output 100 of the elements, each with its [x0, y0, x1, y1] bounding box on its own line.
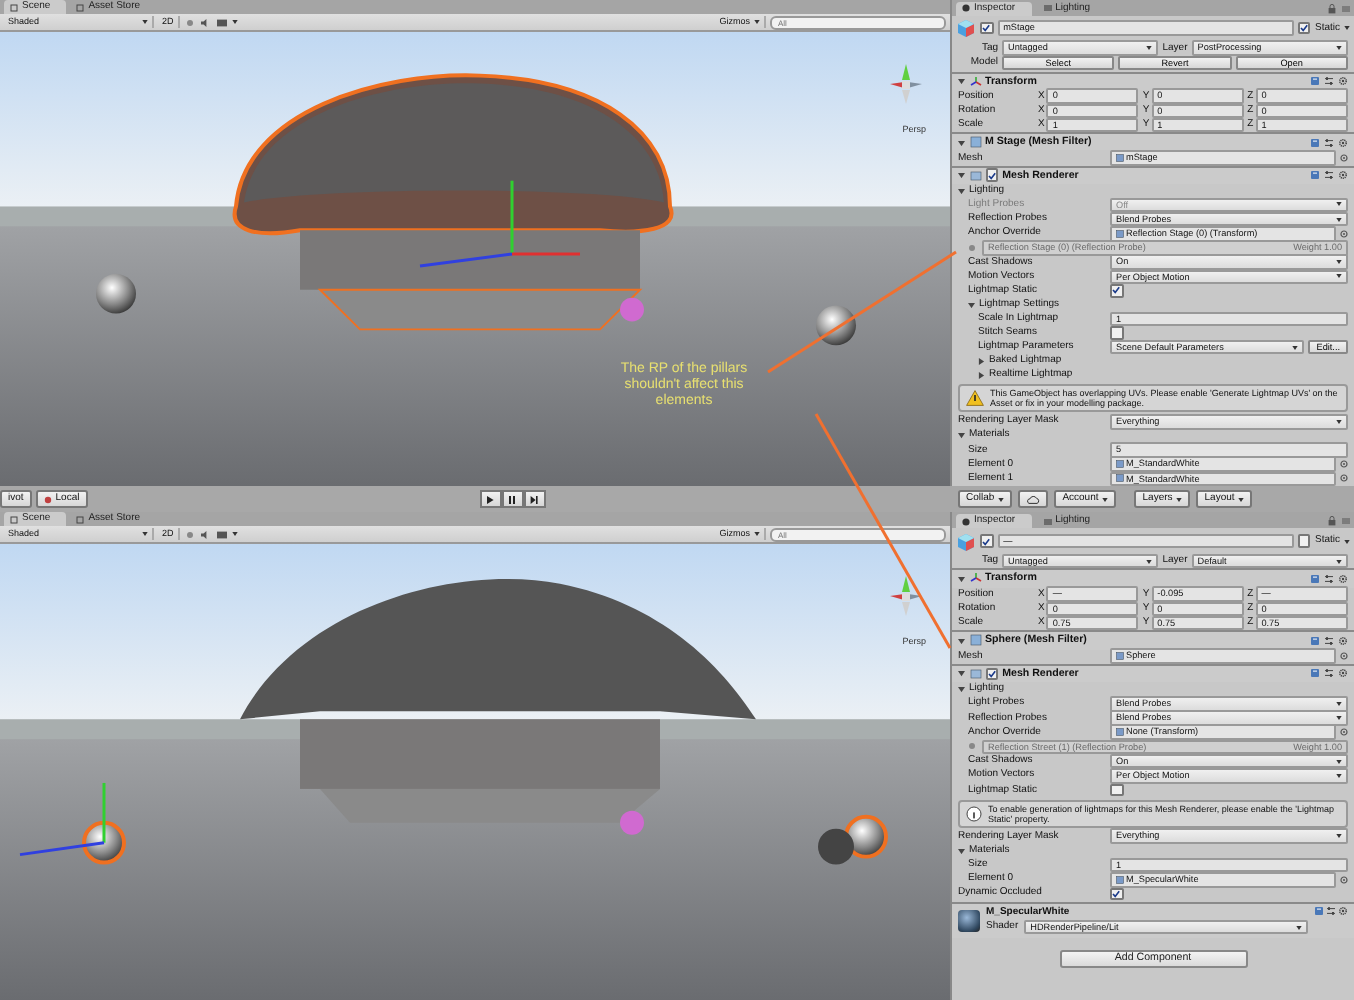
- step-button[interactable]: [523, 490, 546, 508]
- light-icon[interactable]: [183, 529, 196, 539]
- image-icon[interactable]: [215, 529, 228, 539]
- light-icon[interactable]: [183, 17, 196, 27]
- caret-icon: [1344, 26, 1350, 31]
- caret-icon: [231, 20, 238, 24]
- expanded-arrow-icon[interactable]: [958, 77, 965, 85]
- checkbox[interactable]: [980, 534, 994, 548]
- play-button[interactable]: [479, 490, 502, 508]
- caret-icon: [998, 497, 1005, 501]
- expanded-arrow-icon[interactable]: [958, 187, 965, 195]
- caret-icon: [1336, 274, 1342, 279]
- checkbox[interactable]: [1110, 326, 1124, 340]
- settings-icon[interactable]: [1338, 905, 1348, 916]
- image-icon[interactable]: [215, 17, 228, 27]
- expanded-arrow-icon[interactable]: [958, 685, 965, 693]
- help-book-icon[interactable]: [1314, 905, 1324, 916]
- renderer-icon: [969, 667, 981, 680]
- caret-icon: [142, 532, 148, 536]
- collapsed-arrow-icon[interactable]: [978, 358, 985, 366]
- expanded-arrow-icon[interactable]: [958, 637, 965, 645]
- cube-icon: [956, 531, 976, 551]
- caret-icon: [1336, 419, 1342, 424]
- object-picker-icon[interactable]: [1340, 229, 1348, 238]
- preset-sliders-icon[interactable]: [1324, 573, 1334, 584]
- material-preview: [958, 909, 980, 932]
- cloud-button[interactable]: [1018, 490, 1049, 508]
- asset-icon: [1116, 154, 1124, 162]
- mesh-icon: [969, 136, 981, 149]
- caret-icon: [1336, 46, 1343, 51]
- help-book-icon[interactable]: [1310, 76, 1320, 87]
- caret-icon: [1336, 759, 1342, 764]
- caret-icon: [1336, 559, 1343, 564]
- expanded-arrow-icon[interactable]: [958, 432, 965, 440]
- warning-icon: [966, 390, 984, 407]
- caret-icon: [754, 20, 760, 24]
- caret-icon: [1336, 202, 1342, 207]
- cube-icon: [956, 18, 976, 39]
- help-book-icon[interactable]: [1310, 573, 1320, 584]
- caret-icon: [1336, 217, 1342, 222]
- collapsed-arrow-icon[interactable]: [978, 372, 985, 380]
- checkbox[interactable]: [980, 21, 994, 35]
- expanded-arrow-icon[interactable]: [958, 171, 965, 179]
- expanded-arrow-icon[interactable]: [968, 301, 975, 309]
- preset-sliders-icon[interactable]: [1324, 170, 1334, 181]
- help-book-icon[interactable]: [1310, 170, 1320, 181]
- object-picker-icon[interactable]: [1340, 652, 1348, 661]
- mesh-icon: [969, 634, 981, 647]
- axes-icon: [969, 75, 981, 88]
- settings-icon[interactable]: [1338, 76, 1348, 87]
- preset-sliders-icon[interactable]: [1324, 635, 1334, 646]
- caret-icon: [1102, 497, 1109, 501]
- checkbox[interactable]: [1297, 21, 1311, 35]
- preset-sliders-icon[interactable]: [1324, 137, 1334, 148]
- settings-icon[interactable]: [1338, 137, 1348, 148]
- lock-icon[interactable]: [1328, 3, 1336, 14]
- preset-sliders-icon[interactable]: [1324, 76, 1334, 87]
- help-book-icon[interactable]: [1310, 635, 1320, 646]
- checkbox[interactable]: [985, 667, 999, 681]
- asset-icon: [1116, 875, 1124, 884]
- axes-icon: [969, 572, 981, 585]
- step-icon: [530, 495, 539, 503]
- lock-icon[interactable]: [1328, 516, 1336, 526]
- caret-icon: [1336, 834, 1342, 839]
- caret-icon: [1146, 46, 1153, 51]
- object-picker-icon[interactable]: [1340, 154, 1348, 162]
- asset-icon: [1116, 229, 1124, 238]
- checkbox[interactable]: [985, 168, 999, 182]
- caret-icon: [1238, 497, 1245, 501]
- object-picker-icon[interactable]: [1340, 728, 1348, 737]
- preset-sliders-icon[interactable]: [1326, 905, 1336, 916]
- settings-icon[interactable]: [1338, 635, 1348, 646]
- checkbox[interactable]: [1297, 534, 1311, 548]
- help-book-icon[interactable]: [1310, 137, 1320, 148]
- cloud-icon: [1026, 495, 1041, 503]
- caret-icon: [1336, 701, 1342, 706]
- help-book-icon[interactable]: [1310, 668, 1320, 679]
- asset-icon: [1116, 728, 1124, 737]
- expanded-arrow-icon[interactable]: [958, 139, 965, 147]
- expanded-arrow-icon[interactable]: [958, 670, 965, 678]
- renderer-icon: [969, 169, 981, 182]
- pause-button[interactable]: [501, 490, 524, 508]
- asset-icon: [1116, 652, 1124, 661]
- caret-icon: [1292, 345, 1299, 350]
- caret-icon: [1296, 925, 1302, 930]
- caret-icon: [1344, 539, 1350, 543]
- expanded-arrow-icon[interactable]: [958, 847, 965, 855]
- expanded-arrow-icon[interactable]: [958, 575, 965, 583]
- settings-icon[interactable]: [1338, 668, 1348, 679]
- checkbox[interactable]: [1110, 284, 1124, 298]
- play-icon: [486, 495, 495, 503]
- preset-sliders-icon[interactable]: [1324, 668, 1334, 679]
- caret-icon: [1146, 559, 1153, 564]
- pause-icon: [508, 495, 517, 503]
- object-picker-icon[interactable]: [1340, 875, 1348, 884]
- caret-icon: [754, 532, 760, 536]
- caret-icon: [1336, 716, 1342, 721]
- caret-icon: [1336, 260, 1342, 265]
- settings-icon[interactable]: [1338, 170, 1348, 181]
- settings-icon[interactable]: [1338, 573, 1348, 584]
